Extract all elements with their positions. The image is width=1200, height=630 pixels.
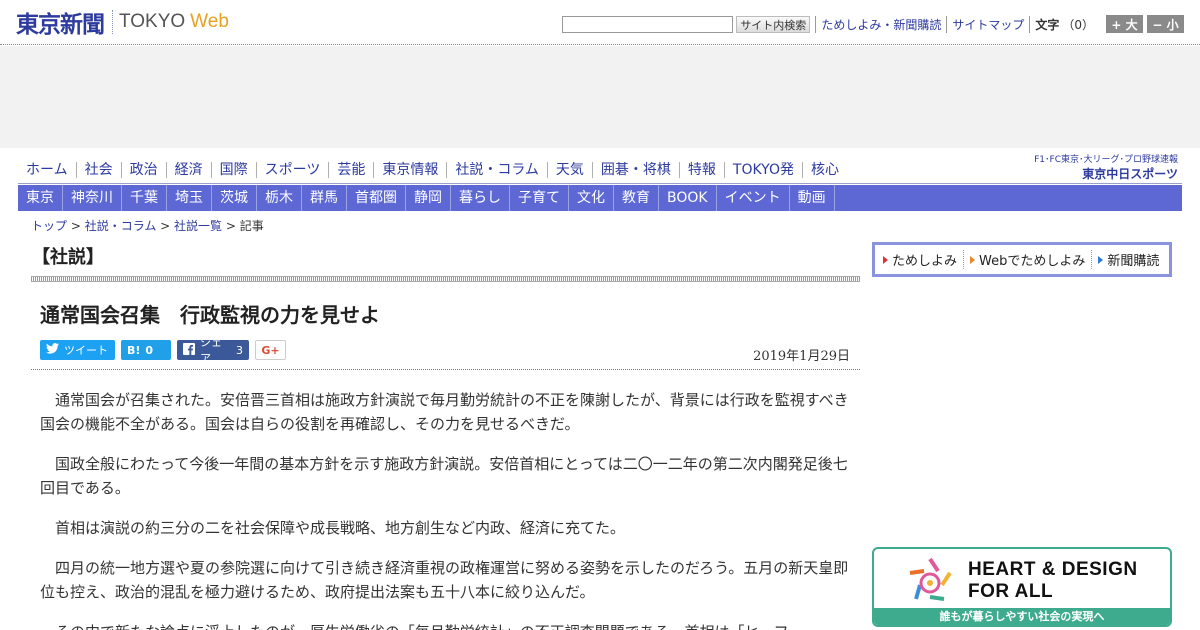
subnav-item-book[interactable]: BOOK [659, 185, 717, 211]
nav-item-politics[interactable]: 政治 [120, 162, 166, 178]
subnav-item-saitama[interactable]: 埼玉 [167, 185, 212, 211]
subnav-item-tochigi[interactable]: 栃木 [257, 185, 302, 211]
header-tools: サイト内検索 ためしよみ・新聞購読 サイトマップ 文字 （0） + 大 − 小 [562, 14, 1184, 34]
subnav-item-video[interactable]: 動画 [790, 185, 835, 211]
nav-item-kakushin[interactable]: 核心 [801, 162, 847, 178]
tweet-button[interactable]: ツイート [40, 340, 115, 360]
subnav-item-culture[interactable]: 文化 [569, 185, 614, 211]
article-paragraph: 首相は演説の約三分の二を社会保障や成長戦略、地方創生など内政、経済に充てた。 [55, 519, 626, 537]
share-buttons: ツイート B! 0 シェア 3 G+ [40, 336, 286, 365]
subnav-item-event[interactable]: イベント [717, 185, 790, 211]
subscribe-newspaper-link[interactable]: 新聞購読 [1091, 250, 1165, 269]
banner-title-line2: FOR ALL [968, 581, 1054, 602]
breadcrumb-sep: > [222, 219, 240, 233]
font-size-value: （0） [1062, 17, 1094, 32]
banner-footer: 誰もが暮らしやすい社会の実現へ [874, 608, 1170, 625]
tweet-label: ツイート [64, 344, 108, 357]
subnav-item-shutoken[interactable]: 首都圏 [347, 185, 406, 211]
twitter-bird-icon [46, 343, 59, 357]
nav-item-home[interactable]: ホーム [18, 162, 76, 178]
chunichi-logo: 東京中日スポーツ [1082, 167, 1178, 181]
breadcrumb-editorials[interactable]: 社説・コラム [85, 219, 157, 233]
logo-web: Web [190, 11, 229, 32]
nav-item-entertainment[interactable]: 芸能 [328, 162, 373, 178]
breadcrumb: トップ > 社説・コラム > 社説一覧 > 記事 [31, 217, 264, 234]
arrow-right-icon [1098, 255, 1104, 264]
subnav-item-chiba[interactable]: 千葉 [122, 185, 167, 211]
breadcrumb-editorial-list[interactable]: 社説一覧 [174, 219, 222, 233]
heart-design-banner[interactable]: HEART & DESIGN FOR ALL 誰もが暮らしやすい社会の実現へ [872, 547, 1172, 627]
hatena-bookmark-button[interactable]: B! 0 [121, 340, 171, 360]
facebook-share-button[interactable]: シェア 3 [177, 336, 249, 365]
arrow-right-icon [970, 255, 976, 264]
article-paragraph: 通常国会が召集された。安倍晋三首相は施政方針演説で毎月勤労統計の不正を陳謝したが… [40, 391, 849, 433]
nav-item-society[interactable]: 社会 [75, 162, 121, 178]
breadcrumb-sep: > [67, 219, 85, 233]
main-nav: ホーム 社会 政治 経済 国際 スポーツ 芸能 東京情報 社説・コラム 天気 囲… [18, 156, 1182, 184]
section-divider [31, 276, 860, 282]
subnav-item-tokyo[interactable]: 東京 [18, 185, 63, 211]
sitemap-link[interactable]: サイトマップ [946, 15, 1029, 33]
breadcrumb-top[interactable]: トップ [31, 219, 67, 233]
chunichi-sports-link[interactable]: F1･FC東京･大リーグ･プロ野球速報 東京中日スポーツ [1034, 155, 1178, 181]
web-trial-read-link[interactable]: Webでためしよみ [963, 250, 1091, 269]
subscription-links: ためしよみ Webでためしよみ 新聞購読 [872, 242, 1172, 277]
nav-item-tokyo-info[interactable]: 東京情報 [373, 162, 446, 178]
breadcrumb-sep: > [156, 219, 175, 233]
nav-item-tokyo-hatsu[interactable]: TOKYO発 [723, 162, 802, 178]
subnav-item-ibaraki[interactable]: 茨城 [212, 185, 257, 211]
banner-title: HEART & DESIGN FOR ALL [968, 559, 1138, 603]
article-headline: 通常国会召集 行政監視の力を見せよ [40, 303, 380, 327]
facebook-share-label: シェア [200, 336, 222, 365]
subnav-item-education[interactable]: 教育 [614, 185, 659, 211]
logo-tokyo: TOKYO [119, 11, 186, 32]
article-paragraph: 国政全般にわたって今後一年間の基本方針を示す施政方針演説。安倍首相にとっては二〇… [40, 455, 848, 497]
nav-item-editorials[interactable]: 社説・コラム [446, 162, 547, 178]
hatena-count: 0 [145, 343, 154, 357]
chunichi-tagline: F1･FC東京･大リーグ･プロ野球速報 [1034, 155, 1178, 165]
sub-nav: 東京 神奈川 千葉 埼玉 茨城 栃木 群馬 首都圏 静岡 暮らし 子育て 文化 … [18, 185, 1182, 211]
site-header: 東京新聞 TOKYO Web サイト内検索 ためしよみ・新聞購読 サイトマップ … [0, 0, 1200, 45]
hatena-icon: B! [127, 343, 141, 357]
subscribe-link[interactable]: ためしよみ・新聞購読 [815, 15, 946, 33]
article-body: 通常国会が召集された。安倍晋三首相は施政方針演説で毎月勤労統計の不正を陳謝したが… [40, 388, 852, 630]
trial-read-link[interactable]: ためしよみ [883, 250, 963, 269]
arrow-right-icon [883, 255, 888, 264]
subnav-item-shizuoka[interactable]: 静岡 [406, 185, 451, 211]
font-size-down-button[interactable]: − 小 [1147, 15, 1184, 33]
nav-item-economy[interactable]: 経済 [165, 162, 211, 178]
article-divider [31, 369, 860, 370]
subnav-item-gunma[interactable]: 群馬 [302, 185, 347, 211]
nav-item-international[interactable]: 国際 [210, 162, 256, 178]
nav-item-sports[interactable]: スポーツ [255, 162, 329, 178]
subnav-item-kanagawa[interactable]: 神奈川 [63, 185, 122, 211]
ad-banner-area [0, 46, 1200, 148]
site-logo[interactable]: 東京新聞 TOKYO Web [16, 9, 229, 38]
subnav-item-kosodate[interactable]: 子育て [510, 185, 569, 211]
trial-read-label: ためしよみ [892, 254, 958, 269]
article-date: 2019年1月29日 [753, 349, 850, 364]
font-size-label: 文字 [1029, 15, 1062, 33]
font-size-up-button[interactable]: + 大 [1106, 15, 1143, 33]
facebook-share-count: 3 [236, 343, 243, 357]
logo-divider [112, 10, 113, 34]
nav-item-igo-shogi[interactable]: 囲碁・将棋 [591, 162, 679, 178]
subscribe-newspaper-label: 新聞購読 [1107, 254, 1160, 269]
search-button[interactable]: サイト内検索 [736, 15, 811, 33]
nav-item-tokuho[interactable]: 特報 [678, 162, 724, 178]
logo-jp: 東京新聞 [16, 11, 105, 38]
google-plus-button[interactable]: G+ [255, 340, 286, 360]
web-trial-read-label: Webでためしよみ [979, 254, 1086, 269]
article-paragraph: 四月の統一地方選や夏の参院選に向けて引き続き経済重視の政権運営に努める姿勢を示し… [40, 559, 849, 601]
section-label: 【社説】 [32, 247, 104, 268]
facebook-icon [183, 342, 195, 358]
search-input[interactable] [562, 15, 734, 33]
nav-item-weather[interactable]: 天気 [546, 162, 592, 178]
banner-title-line1: HEART & DESIGN [968, 559, 1138, 580]
subnav-item-kurashi[interactable]: 暮らし [451, 185, 510, 211]
article-paragraph: その中で新たな論点に浮上したのが、厚生労働省の「毎月勤労統計」の不正調査問題であ… [40, 620, 852, 630]
breadcrumb-current: 記事 [239, 219, 264, 233]
heart-design-emblem-icon [909, 557, 952, 601]
